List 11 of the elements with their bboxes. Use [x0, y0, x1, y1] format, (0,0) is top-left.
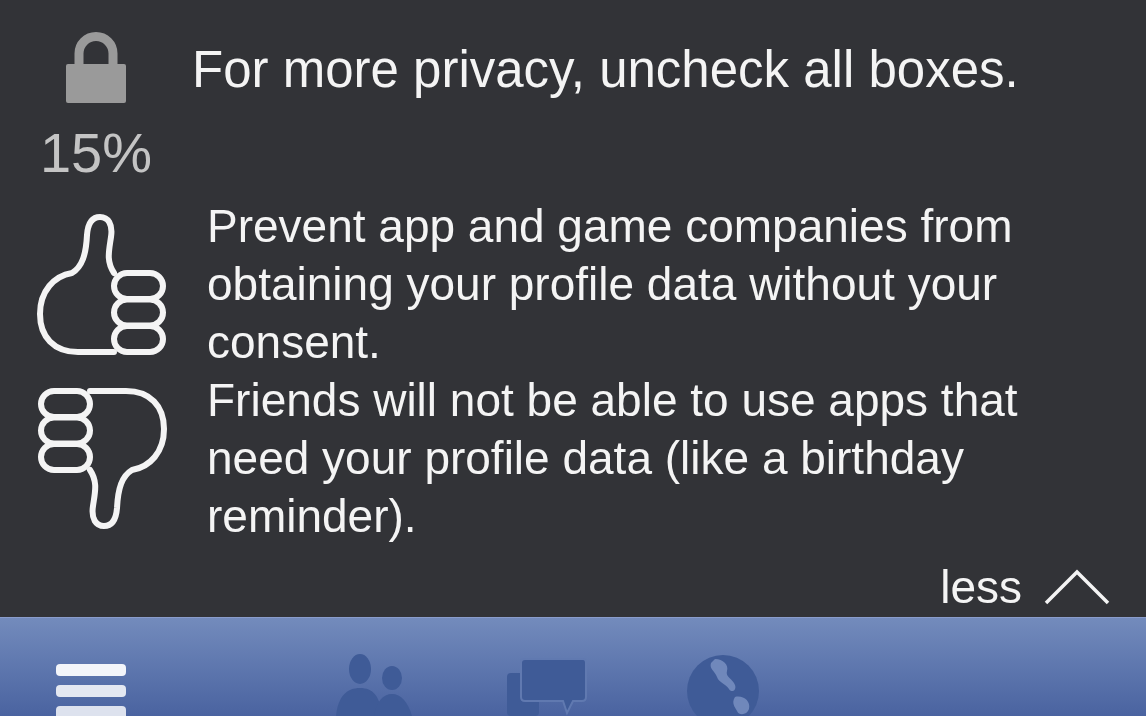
- privacy-percentage: 15%: [39, 125, 153, 181]
- consequence-text: Friends will not be able to use apps that need your profile data (like a birthday reminder).: [207, 373, 1019, 544]
- menu-icon[interactable]: [56, 664, 126, 716]
- less-toggle[interactable]: less: [940, 558, 1110, 616]
- thumbs-down-icon: [36, 386, 168, 530]
- lock-icon: [66, 32, 126, 103]
- thumbs-up-icon: [36, 212, 168, 356]
- instruction-text: For more privacy, uncheck all boxes.: [192, 40, 1019, 100]
- chat-bubbles-icon[interactable]: [507, 657, 587, 716]
- globe-icon[interactable]: [685, 653, 761, 716]
- consequence-text: Prevent app and game companies from obtaining your profile data without your consent.: [207, 199, 1014, 370]
